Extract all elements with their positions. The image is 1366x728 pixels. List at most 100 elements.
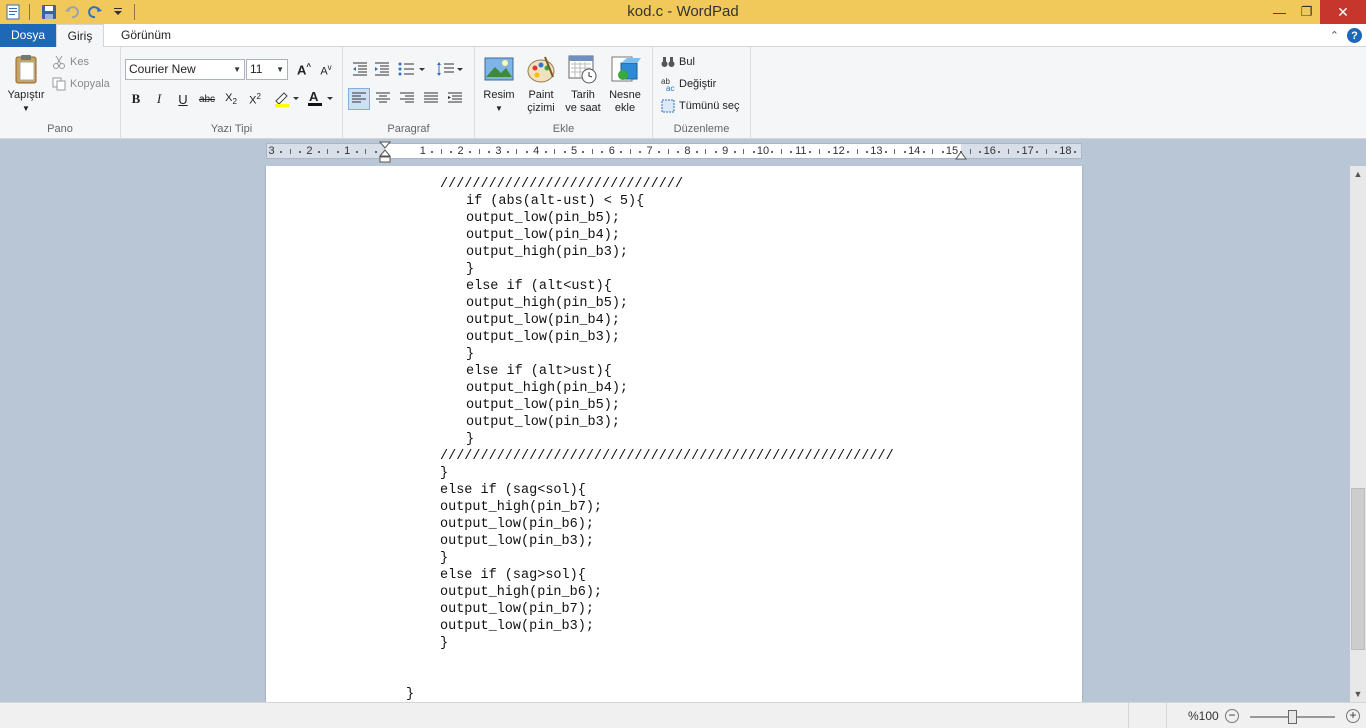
paint-label-2: çizimi — [527, 102, 555, 114]
group-editing: Bul ab ac Değiştir Tümünü seç Düzenleme — [653, 47, 751, 139]
close-icon: ✕ — [1337, 3, 1349, 20]
select-all-button[interactable]: Tümünü seç — [661, 99, 740, 113]
shrink-font-button[interactable]: Av — [315, 59, 337, 81]
ruler-bar: 3 2 1 1 2 3 4 5 6 7 8 9 10 11 12 13 14 15 16 17 18 — [0, 140, 1366, 166]
zoom-out-button[interactable]: − — [1225, 709, 1239, 723]
close-button[interactable]: ✕ — [1320, 0, 1366, 24]
object-label-2: ekle — [614, 102, 636, 114]
paint-drawing-button[interactable]: Paint çizimi — [521, 53, 561, 115]
underline-button[interactable]: U — [172, 88, 194, 110]
paste-label: Yapıştır — [7, 89, 45, 101]
indent-marker-icon[interactable] — [378, 141, 392, 163]
increase-indent-icon — [374, 62, 390, 79]
maximize-button[interactable]: ❐ — [1293, 0, 1320, 24]
superscript-button[interactable]: X2 — [244, 88, 266, 110]
group-insert: Resim ▼ Paint çizimi Tarih ve saat Nesne… — [475, 47, 653, 139]
cut-button[interactable]: Kes — [52, 55, 89, 69]
vertical-scrollbar[interactable]: ▲ ▼ — [1350, 166, 1366, 702]
ruler-label: 2 — [306, 145, 313, 157]
tab-view[interactable]: Görünüm — [112, 24, 180, 47]
italic-button[interactable]: I — [148, 88, 170, 110]
ruler-label: 1 — [419, 145, 426, 157]
font-size-select[interactable]: 11 ▼ — [246, 59, 288, 80]
find-button[interactable]: Bul — [661, 55, 695, 69]
line-spacing-button[interactable] — [435, 59, 465, 81]
strikethrough-icon: abc — [198, 93, 216, 105]
scrollbar-thumb[interactable] — [1351, 488, 1365, 650]
decrease-indent-button[interactable] — [349, 59, 371, 81]
align-center-button[interactable] — [372, 88, 394, 110]
decrease-indent-icon — [352, 62, 368, 79]
ruler-label: 2 — [457, 145, 464, 157]
bold-button[interactable]: B — [125, 88, 147, 110]
replace-label: Değiştir — [679, 78, 717, 90]
copy-icon — [52, 77, 66, 91]
font-family-select[interactable]: Courier New ▼ — [125, 59, 245, 80]
chevron-down-icon: ▼ — [276, 65, 284, 74]
code-line: else if (sag>sol){ — [440, 568, 586, 583]
tab-file[interactable]: Dosya — [0, 24, 56, 47]
strikethrough-button[interactable]: abc — [196, 88, 218, 110]
grow-font-button[interactable]: A^ — [293, 59, 315, 81]
paragraph-dialog-icon — [448, 92, 462, 107]
ruler-label: 6 — [608, 145, 615, 157]
paste-dropdown-icon[interactable]: ▼ — [6, 102, 46, 115]
code-line: } — [440, 466, 449, 481]
ribbon-tabs: Dosya Giriş Görünüm ⌃ ? — [0, 24, 1366, 48]
replace-icon: ab ac — [661, 77, 675, 91]
code-line: } — [440, 636, 449, 651]
paint-label-1: Paint — [528, 89, 554, 101]
ruler-label: 17 — [1021, 145, 1034, 157]
code-line: output_high(pin_b4); — [466, 381, 629, 396]
scroll-down-arrow-icon[interactable]: ▼ — [1350, 686, 1366, 702]
ruler-label: 13 — [870, 145, 883, 157]
date-time-button[interactable]: Tarih ve saat — [563, 53, 603, 115]
minimize-button[interactable]: — — [1266, 0, 1293, 24]
code-line: else if (alt>ust){ — [466, 364, 612, 379]
align-right-button[interactable] — [396, 88, 418, 110]
ruler-label: 3 — [495, 145, 502, 157]
picture-dropdown-icon[interactable]: ▼ — [479, 102, 519, 115]
ruler[interactable]: 3 2 1 1 2 3 4 5 6 7 8 9 10 11 12 13 14 15 16 17 18 — [266, 141, 1082, 163]
code-line: output_low(pin_b6); — [440, 517, 594, 532]
justify-button[interactable] — [420, 88, 442, 110]
find-label: Bul — [679, 56, 695, 68]
paragraph-settings-button[interactable] — [444, 88, 466, 110]
code-line: output_low(pin_b5); — [466, 211, 620, 226]
bold-icon: B — [131, 91, 141, 106]
subscript-button[interactable]: X2 — [220, 88, 242, 110]
tab-home[interactable]: Giriş — [56, 24, 104, 48]
collapse-ribbon-icon[interactable]: ⌃ — [1330, 29, 1339, 42]
font-color-button[interactable]: A — [305, 88, 335, 110]
help-icon[interactable]: ? — [1347, 28, 1362, 43]
align-left-button[interactable] — [348, 88, 370, 110]
code-line: output_low(pin_b3); — [466, 330, 620, 345]
bullets-button[interactable] — [397, 59, 427, 81]
document-area: ////////////////////////////// if (abs(al… — [0, 166, 1350, 702]
paste-button[interactable]: Yapıştır ▼ — [6, 53, 46, 115]
copy-button[interactable]: Kopyala — [52, 77, 110, 91]
ruler-label: 16 — [983, 145, 996, 157]
underline-icon: U — [178, 91, 188, 107]
zoom-in-button[interactable]: + — [1346, 709, 1360, 723]
document-text[interactable]: ////////////////////////////// if (abs(al… — [266, 176, 894, 702]
highlight-color-button[interactable] — [271, 88, 301, 110]
insert-picture-button[interactable]: Resim ▼ — [479, 53, 519, 115]
code-line: ////////////////////////////////////////… — [440, 449, 894, 464]
title-bar: kod.c - WordPad — ❐ ✕ — [0, 0, 1366, 24]
scroll-up-arrow-icon[interactable]: ▲ — [1350, 166, 1366, 182]
font-color-icon: A — [307, 89, 333, 110]
code-line: output_low(pin_b3); — [466, 415, 620, 430]
insert-object-button[interactable]: Nesne ekle — [605, 53, 645, 115]
increase-indent-button[interactable] — [371, 59, 393, 81]
document-page[interactable]: ////////////////////////////// if (abs(al… — [266, 166, 1082, 702]
grow-font-icon: A^ — [296, 62, 312, 78]
ruler-label: 8 — [684, 145, 691, 157]
zoom-slider-thumb[interactable] — [1287, 710, 1297, 724]
svg-text:ac: ac — [666, 84, 674, 91]
replace-button[interactable]: ab ac Değiştir — [661, 77, 716, 91]
right-indent-marker-icon[interactable] — [955, 148, 967, 160]
group-label-clipboard: Pano — [47, 123, 73, 135]
insert-picture-label: Resim — [483, 89, 515, 101]
